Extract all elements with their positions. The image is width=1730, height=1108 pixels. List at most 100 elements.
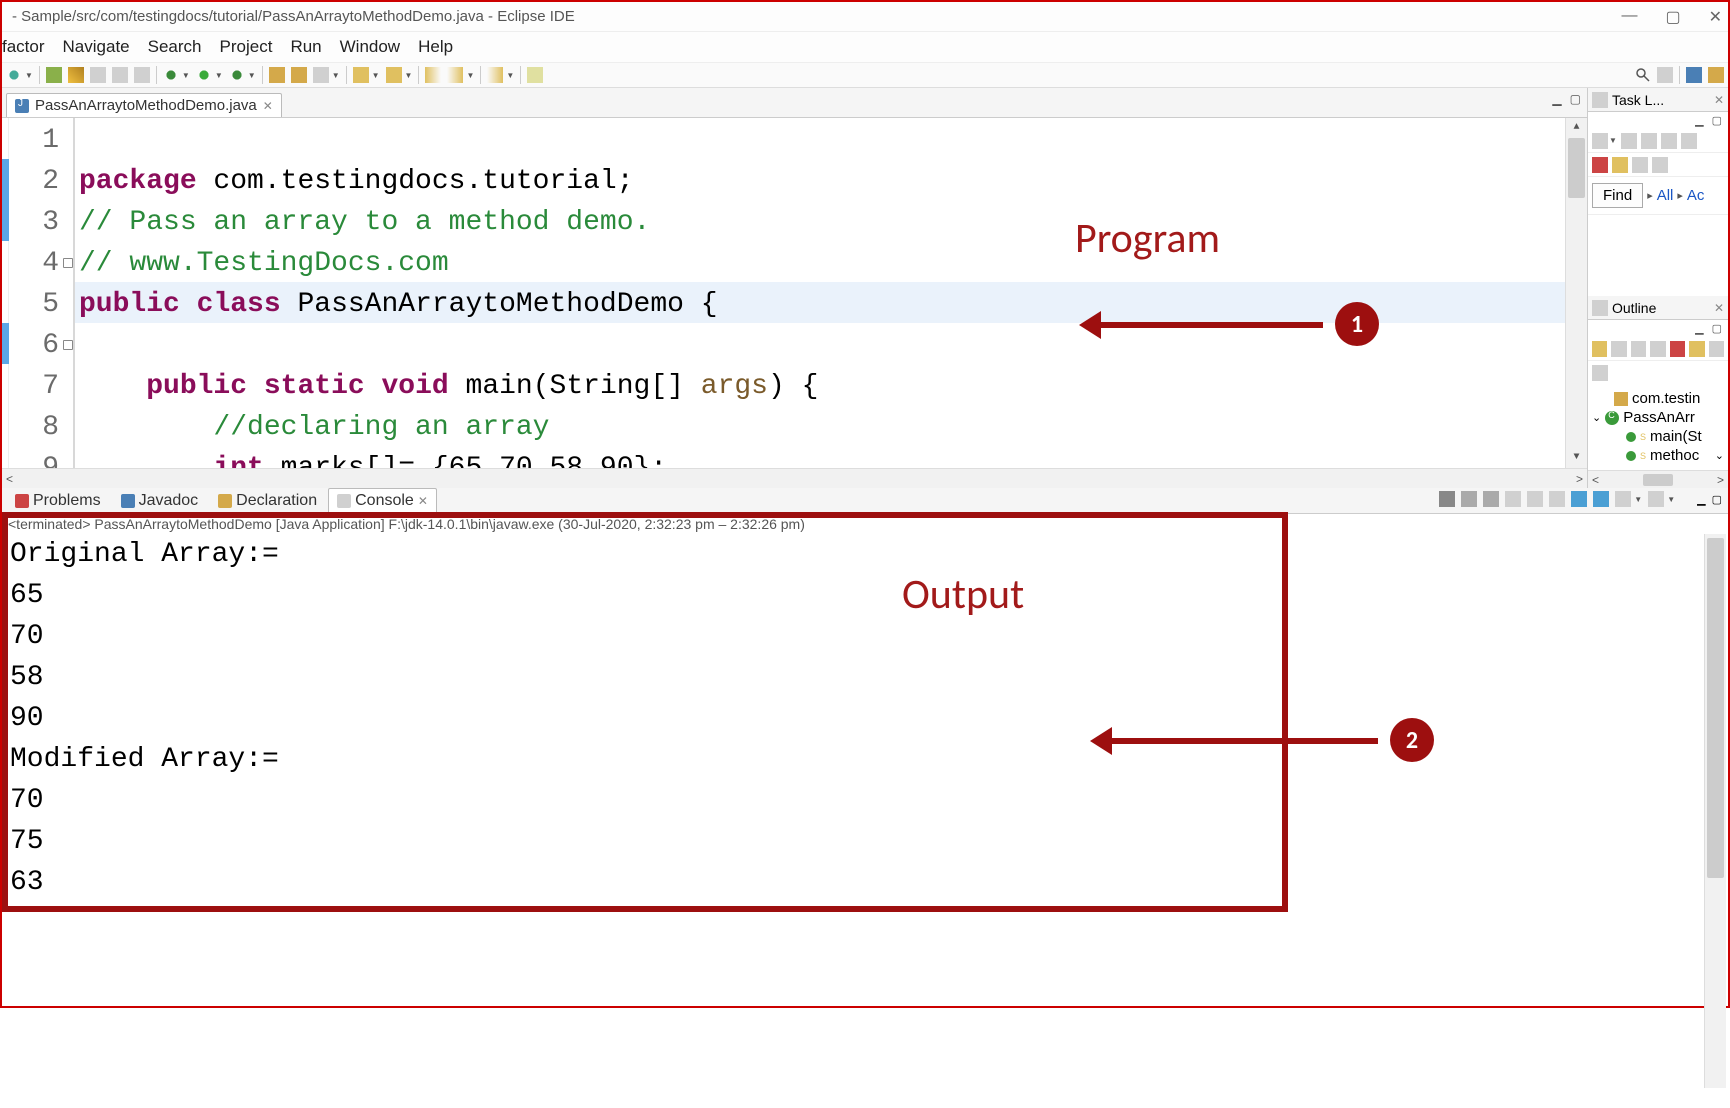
dropdown-arrow-icon[interactable]: ▼ (372, 71, 380, 80)
tool-icon[interactable] (487, 67, 503, 83)
maximize-view-icon[interactable]: ▢ (1712, 322, 1722, 335)
dropdown-arrow-icon[interactable]: ▼ (506, 71, 514, 80)
tool-icon[interactable] (1650, 341, 1665, 357)
outline-class[interactable]: ⌄PassAnArr (1588, 408, 1728, 427)
maximize-view-icon[interactable]: ▢ (1570, 92, 1581, 106)
outline-method[interactable]: Smethoc⌄ (1588, 446, 1728, 465)
minimize-view-icon[interactable]: ▁ (1552, 92, 1561, 106)
forward-icon[interactable] (447, 67, 463, 83)
tool-icon[interactable] (90, 67, 106, 83)
find-button[interactable]: Find (1592, 183, 1643, 208)
tool-icon[interactable] (46, 67, 62, 83)
clear-console-icon[interactable] (1549, 491, 1565, 507)
perspective-icon[interactable] (1657, 67, 1673, 83)
code-content[interactable]: package com.testingdocs.tutorial; // Pas… (75, 118, 1565, 468)
maximize-view-icon[interactable]: ▢ (1712, 114, 1722, 127)
dropdown-arrow-icon[interactable]: ▼ (248, 71, 256, 80)
dropdown-arrow-icon[interactable]: ▼ (215, 71, 223, 80)
outline-method[interactable]: Smain(St (1588, 427, 1728, 446)
tab-console[interactable]: Console✕ (328, 488, 437, 513)
tool-icon[interactable] (1681, 133, 1697, 149)
open-type-icon[interactable] (313, 67, 329, 83)
outline-hscrollbar[interactable]: <> (1588, 470, 1728, 488)
all-link[interactable]: All (1657, 187, 1674, 204)
tool-icon[interactable] (1592, 341, 1607, 357)
menu-navigate[interactable]: Navigate (63, 37, 130, 57)
console-output[interactable]: Original Array:= 65 70 58 90 Modified Ar… (2, 534, 1728, 1108)
menu-refactor[interactable]: factor (2, 37, 45, 57)
editor-tab-active[interactable]: PassAnArraytoMethodDemo.java ✕ (6, 93, 282, 117)
dropdown-arrow-icon[interactable]: ▼ (182, 71, 190, 80)
remove-all-icon[interactable] (1483, 491, 1499, 507)
outline-header[interactable]: Outline ✕ (1588, 296, 1728, 320)
dropdown-arrow-icon[interactable]: ▼ (332, 71, 340, 80)
menu-run[interactable]: Run (290, 37, 321, 57)
java-perspective-icon[interactable] (1686, 67, 1702, 83)
dropdown-arrow-icon[interactable]: ▼ (25, 71, 33, 80)
tool-icon[interactable] (1611, 341, 1626, 357)
pin-icon[interactable] (527, 67, 543, 83)
new-class-icon[interactable] (291, 67, 307, 83)
dropdown-arrow-icon[interactable]: ▼ (466, 71, 474, 80)
triangle-icon[interactable]: ▸ (1677, 189, 1683, 202)
pin-console-icon[interactable] (1593, 491, 1609, 507)
triangle-icon[interactable]: ▸ (1647, 189, 1653, 202)
tool-icon[interactable] (1709, 341, 1724, 357)
tool-icon[interactable] (1621, 133, 1637, 149)
tool-icon[interactable] (68, 67, 84, 83)
tool-icon[interactable] (1505, 491, 1521, 507)
search-icon[interactable] (1635, 67, 1651, 83)
close-icon[interactable]: ✕ (1714, 301, 1724, 315)
menu-search[interactable]: Search (148, 37, 202, 57)
tab-problems[interactable]: Problems (6, 488, 110, 513)
tool-icon[interactable] (353, 67, 369, 83)
back-icon[interactable] (425, 67, 441, 83)
tool-icon[interactable] (1592, 157, 1608, 173)
terminate-icon[interactable] (1439, 491, 1455, 507)
tool-icon[interactable] (1632, 157, 1648, 173)
tab-javadoc[interactable]: Javadoc (112, 488, 208, 513)
scroll-lock-icon[interactable] (1571, 491, 1587, 507)
outline-package[interactable]: com.testin (1588, 389, 1728, 408)
maximize-button[interactable]: ▢ (1665, 7, 1680, 27)
tool-icon[interactable] (134, 67, 150, 83)
tasklist-header[interactable]: Task L... ✕ (1588, 88, 1728, 112)
new-package-icon[interactable] (269, 67, 285, 83)
tool-icon[interactable] (1592, 365, 1608, 381)
minimize-view-icon[interactable]: ▁ (1695, 114, 1703, 127)
editor-hscrollbar[interactable]: <> (2, 468, 1587, 488)
code-editor[interactable]: 1 2 3 4 5 6 7 8 9 package com.testingdoc… (2, 118, 1587, 468)
tab-declaration[interactable]: Declaration (209, 488, 326, 513)
menu-project[interactable]: Project (220, 37, 273, 57)
minimize-view-icon[interactable]: ▁ (1695, 322, 1703, 335)
tool-icon[interactable] (1612, 157, 1628, 173)
minimize-button[interactable]: — (1621, 7, 1637, 27)
menu-help[interactable]: Help (418, 37, 453, 57)
close-tab-icon[interactable]: ✕ (263, 99, 273, 113)
tool-icon[interactable] (1670, 341, 1685, 357)
debug-icon[interactable] (163, 67, 179, 83)
remove-launch-icon[interactable] (1461, 491, 1477, 507)
tool-icon[interactable] (1592, 133, 1608, 149)
activate-link[interactable]: Ac (1687, 187, 1705, 204)
tool-icon[interactable] (1631, 341, 1646, 357)
new-icon[interactable] (6, 67, 22, 83)
tool-icon[interactable] (1661, 133, 1677, 149)
menu-window[interactable]: Window (340, 37, 400, 57)
tool-icon[interactable] (1689, 341, 1704, 357)
tool-icon[interactable] (112, 67, 128, 83)
tool-icon[interactable] (386, 67, 402, 83)
display-console-icon[interactable] (1615, 491, 1631, 507)
tool-icon[interactable] (1527, 491, 1543, 507)
coverage-icon[interactable] (229, 67, 245, 83)
perspective-icon[interactable] (1708, 67, 1724, 83)
close-icon[interactable]: ✕ (1714, 93, 1724, 107)
minimize-view-icon[interactable]: ▁ (1697, 493, 1705, 506)
close-icon[interactable]: ✕ (418, 494, 428, 508)
close-button[interactable]: ✕ (1709, 7, 1722, 27)
run-icon[interactable] (196, 67, 212, 83)
dropdown-arrow-icon[interactable]: ▼ (405, 71, 413, 80)
maximize-view-icon[interactable]: ▢ (1712, 493, 1722, 506)
editor-vscrollbar[interactable]: ▲▼ (1565, 118, 1587, 468)
console-vscrollbar[interactable] (1704, 534, 1726, 1088)
